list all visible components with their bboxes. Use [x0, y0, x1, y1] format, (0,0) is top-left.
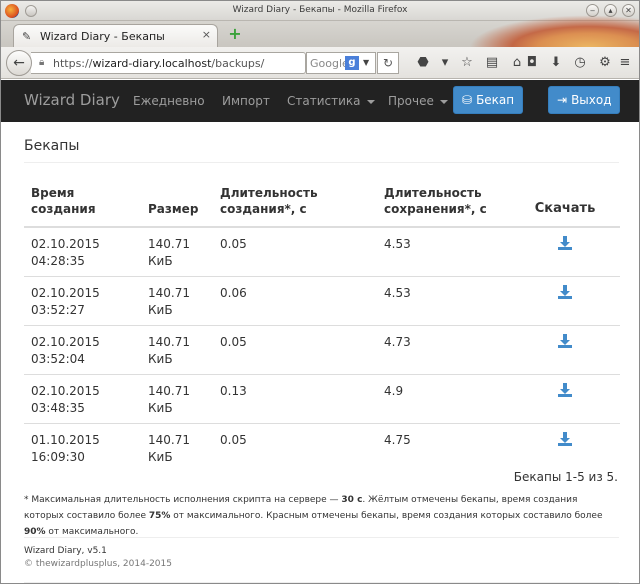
nav-import[interactable]: Импорт [222, 94, 270, 108]
window-title: Wizard Diary - Бекапы - Mozilla Firefox [232, 5, 408, 15]
browser-window: Wizard Diary - Бекапы - Mozilla Firefox … [0, 0, 640, 584]
pager-summary: Бекапы 1-5 из 5. [513, 470, 618, 484]
cell-save-duration: 4.73 [377, 325, 510, 375]
back-button[interactable]: ← [6, 50, 32, 76]
history-icon[interactable]: ◷ [570, 53, 590, 73]
cell-size: 140.71 КиБ [141, 423, 213, 472]
col-create-duration: Длительность создания*, с [213, 180, 377, 228]
cell-save-duration: 4.75 [377, 423, 510, 472]
table-row: 02.10.2015 03:52:27 140.71 КиБ 0.06 4.53 [24, 276, 620, 326]
footer-version: Wizard Diary, v5.1 [24, 546, 107, 556]
page-content: Wizard Diary Ежедневно Импорт Статистика… [1, 80, 639, 583]
cell-download [510, 325, 620, 375]
browser-toolbar: 🔒︎ https://wizard-diary.localhost/backup… [1, 47, 639, 79]
nav-daily[interactable]: Ежедневно [133, 94, 205, 108]
download-icon[interactable] [558, 334, 572, 348]
page-title: Бекапы [24, 138, 80, 154]
archive-icon: ⛁ [462, 93, 473, 107]
pocket-icon[interactable]: ◘ [522, 53, 542, 73]
footer-copyright: © thewizardplusplus, 2014-2015 [24, 559, 172, 569]
caret-down-icon [366, 99, 375, 104]
nav-other-dropdown[interactable]: Прочее [388, 94, 448, 108]
cell-download [510, 423, 620, 472]
cell-size: 140.71 КиБ [141, 226, 213, 277]
cell-size: 140.71 КиБ [141, 374, 213, 424]
col-save-duration: Длительность сохранения*, с [377, 180, 510, 228]
tab-strip: ✎ Wizard Diary - Бекапы × + [1, 15, 639, 79]
sync-icon[interactable]: ⚙ [595, 53, 615, 73]
cell-created: 02.10.2015 03:52:27 [24, 276, 141, 326]
table-row: 02.10.2015 04:28:35 140.71 КиБ 0.05 4.53 [24, 226, 620, 277]
download-icon[interactable] [558, 236, 572, 250]
cell-download [510, 374, 620, 424]
cell-create-duration: 0.05 [213, 325, 377, 375]
cell-save-duration: 4.9 [377, 374, 510, 424]
backups-table: Время создания Размер Длительность созда… [24, 180, 620, 472]
cell-download [510, 276, 620, 326]
cell-created: 02.10.2015 04:28:35 [24, 226, 141, 277]
footer-divider [24, 537, 619, 538]
cell-save-duration: 4.53 [377, 226, 510, 277]
divider [24, 582, 619, 583]
reload-icon[interactable]: ↻ [377, 52, 399, 74]
wand-icon: ✎ [22, 30, 32, 43]
reading-list-icon[interactable]: ▤ [482, 53, 502, 73]
download-icon[interactable] [558, 285, 572, 299]
cell-create-duration: 0.05 [213, 226, 377, 277]
cell-created: 01.10.2015 16:09:30 [24, 423, 141, 472]
download-icon[interactable] [558, 383, 572, 397]
divider [24, 162, 619, 163]
menu-icon[interactable]: ≡ [615, 53, 635, 73]
chevron-down-icon[interactable]: ▾ [435, 53, 455, 73]
footnote: * Максимальная длительность исполнения с… [24, 495, 603, 537]
cell-create-duration: 0.06 [213, 276, 377, 326]
table-row: 01.10.2015 16:09:30 140.71 КиБ 0.05 4.75 [24, 423, 620, 472]
search-bar[interactable]: Google g ▼ [306, 52, 376, 74]
table-row: 02.10.2015 03:48:35 140.71 КиБ 0.13 4.9 [24, 374, 620, 424]
download-icon[interactable]: ⬇ [546, 53, 566, 73]
brand-link[interactable]: Wizard Diary [24, 91, 120, 109]
chevron-down-icon[interactable]: ▼ [363, 58, 369, 67]
bookmark-star-icon[interactable]: ☆ [457, 53, 477, 73]
tab-active[interactable]: ✎ Wizard Diary - Бекапы × [13, 24, 218, 47]
tab-label: Wizard Diary - Бекапы [40, 30, 165, 43]
col-size: Размер [141, 180, 213, 228]
site-navbar: Wizard Diary Ежедневно Импорт Статистика… [1, 80, 639, 122]
cell-created: 02.10.2015 03:52:04 [24, 325, 141, 375]
download-icon[interactable] [558, 432, 572, 446]
cell-create-duration: 0.13 [213, 374, 377, 424]
col-download: Скачать [510, 180, 620, 228]
backup-button[interactable]: ⛁ Бекап [453, 86, 524, 114]
table-header-row: Время создания Размер Длительность созда… [24, 180, 620, 228]
search-engine-name: Google [310, 57, 349, 70]
adblock-icon[interactable]: ⬣ [413, 53, 433, 73]
logout-icon: ⇥ [557, 93, 568, 107]
tab-close-icon[interactable]: × [202, 28, 211, 41]
nav-statistics-dropdown[interactable]: Статистика [287, 94, 375, 108]
lock-icon: 🔒︎ [39, 57, 45, 68]
cell-created: 02.10.2015 03:48:35 [24, 374, 141, 424]
new-tab-button[interactable]: + [227, 26, 243, 42]
google-icon[interactable]: g [345, 56, 359, 70]
cell-create-duration: 0.05 [213, 423, 377, 472]
cell-size: 140.71 КиБ [141, 325, 213, 375]
logout-button[interactable]: ⇥ Выход [548, 86, 620, 114]
cell-save-duration: 4.53 [377, 276, 510, 326]
caret-down-icon [439, 99, 448, 104]
table-row: 02.10.2015 03:52:04 140.71 КиБ 0.05 4.73 [24, 325, 620, 375]
url-text: https://wizard-diary.localhost/backups/ [53, 57, 265, 70]
cell-size: 140.71 КиБ [141, 276, 213, 326]
col-created: Время создания [24, 180, 141, 228]
cell-download [510, 226, 620, 277]
url-bar[interactable]: 🔒︎ https://wizard-diary.localhost/backup… [31, 52, 306, 74]
